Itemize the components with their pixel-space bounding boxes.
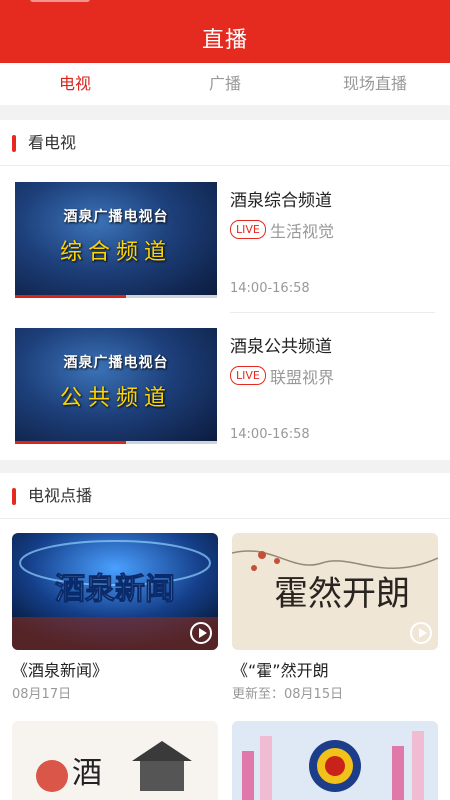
section-accent-bar (12, 135, 16, 152)
channel-thumbnail[interactable]: 酒泉广播电视台 综合频道 (15, 182, 217, 298)
vod-thumb-text: 酒泉新闻 (55, 572, 175, 607)
channel-name: 酒泉综合频道 (230, 191, 332, 211)
playback-progress-fill (15, 295, 127, 298)
divider (230, 312, 435, 313)
play-icon[interactable] (190, 622, 212, 644)
vod-thumb-text: 酒 (72, 756, 102, 791)
program-time: 14:00-16:58 (230, 427, 310, 442)
vod-thumbnail[interactable] (232, 721, 438, 800)
vod-thumbnail[interactable]: 霍然开朗 (232, 533, 438, 650)
vod-item[interactable] (232, 721, 438, 800)
section-header-tv: 看电视 (0, 120, 450, 166)
vod-thumb-text: 霍然开朗 (274, 574, 410, 614)
section-header-vod: 电视点播 (0, 473, 450, 519)
current-program: 生活视觉 (270, 222, 335, 241)
tv-channel-list: 酒泉广播电视台 综合频道 酒泉综合频道 LIVE 生活视觉 14:00-16:5… (0, 166, 450, 460)
tab-radio[interactable]: 广播 (150, 63, 300, 105)
page-title: 直播 (201, 28, 248, 53)
channel-item[interactable]: 酒泉广播电视台 综合频道 酒泉综合频道 LIVE 生活视觉 14:00-16:5… (0, 182, 450, 328)
thumb-channel-text: 综合频道 (59, 240, 172, 265)
current-program: 联盟视界 (270, 368, 335, 387)
thumb-station-text: 酒泉广播电视台 (63, 355, 169, 371)
thumb-channel-text: 公共频道 (59, 386, 172, 411)
vod-item[interactable]: 霍然开朗 《“霍”然开朗 更新至：08月15日 (232, 533, 438, 703)
play-icon[interactable] (410, 622, 432, 644)
section-title: 电视点播 (28, 486, 93, 505)
vod-grid: 酒泉新闻 《酒泉新闻》 08月17日 霍然开朗 《“霍”然开朗 更新至：08月1… (0, 519, 450, 800)
program-time: 14:00-16:58 (230, 281, 310, 296)
vod-date: 08月17日 (12, 687, 72, 702)
tab-bar: 电视 广播 现场直播 (0, 63, 450, 105)
channel-thumbnail[interactable]: 酒泉广播电视台 公共频道 (15, 328, 217, 444)
vod-title: 《酒泉新闻》 (12, 661, 109, 680)
vod-date: 更新至：08月15日 (232, 687, 344, 702)
thumb-station-text: 酒泉广播电视台 (63, 209, 169, 225)
status-bar-remnant (30, 0, 90, 2)
channel-name: 酒泉公共频道 (230, 337, 332, 357)
vod-item[interactable]: 酒 (12, 721, 218, 800)
live-badge: LIVE (230, 366, 266, 385)
vod-thumbnail[interactable]: 酒 (12, 721, 218, 800)
playback-progress-fill (15, 441, 127, 444)
vod-thumbnail[interactable]: 酒泉新闻 (12, 533, 218, 650)
vod-title: 《“霍”然开朗 (232, 661, 329, 680)
tab-tv[interactable]: 电视 (0, 63, 150, 105)
section-accent-bar (12, 488, 16, 505)
playback-progress (15, 441, 217, 444)
vod-item[interactable]: 酒泉新闻 《酒泉新闻》 08月17日 (12, 533, 218, 703)
top-app-bar: 直播 (0, 0, 450, 63)
channel-item[interactable]: 酒泉广播电视台 公共频道 酒泉公共频道 LIVE 联盟视界 14:00-16:5… (0, 328, 450, 474)
section-title: 看电视 (28, 133, 77, 152)
playback-progress (15, 295, 217, 298)
live-badge: LIVE (230, 220, 266, 239)
tab-live-scene[interactable]: 现场直播 (300, 63, 450, 105)
